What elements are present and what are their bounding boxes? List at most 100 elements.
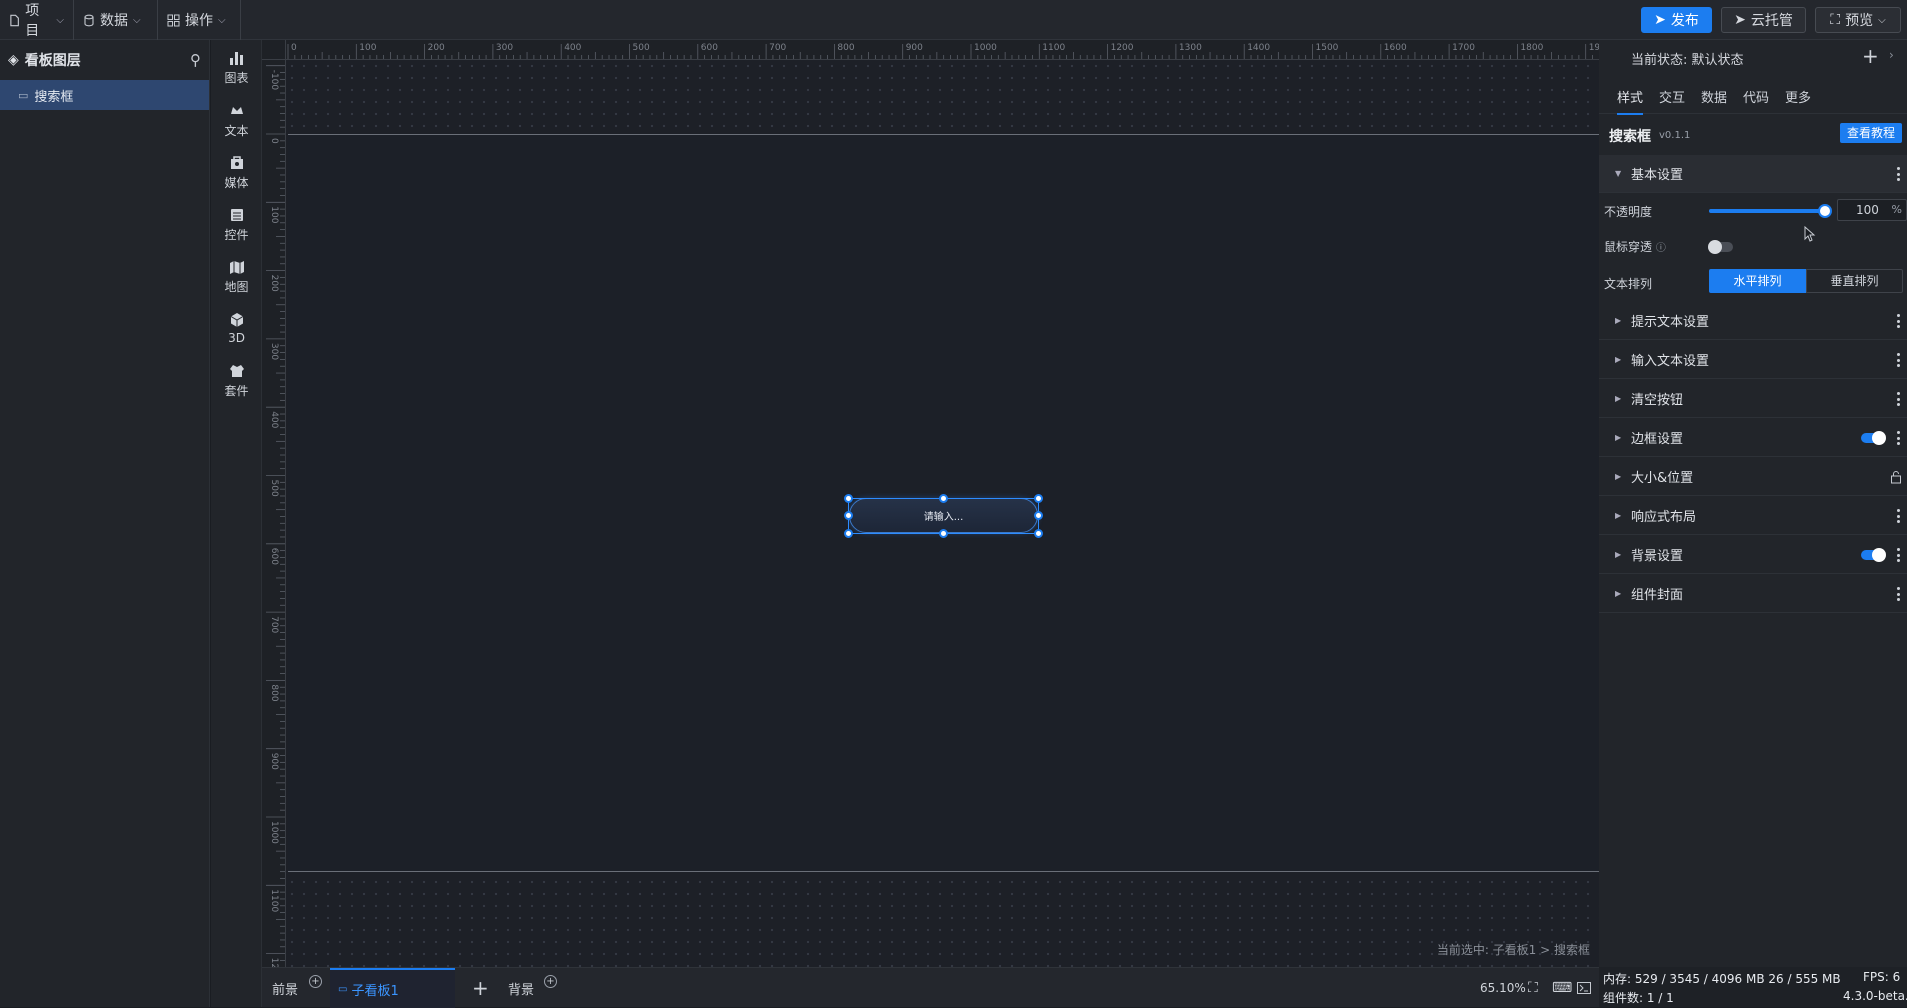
resize-handle-top[interactable]: [939, 494, 948, 503]
layer-item-label: 搜索框: [34, 89, 74, 105]
section-input-text[interactable]: ▶ 输入文本设置: [1599, 341, 1907, 379]
help-icon[interactable]: ⓘ: [1656, 243, 1666, 254]
resize-handle-top-left[interactable]: [844, 494, 853, 503]
section-cover[interactable]: ▶ 组件封面: [1599, 575, 1907, 613]
resize-handle-left[interactable]: [844, 511, 853, 520]
lock-icon[interactable]: [1890, 470, 1902, 484]
view-tutorial-button[interactable]: 查看教程: [1840, 123, 1902, 143]
keyboard-icon[interactable]: ⌨: [1552, 968, 1572, 1008]
chevron-right-icon[interactable]: ›: [1889, 48, 1894, 62]
mouse-passthrough-label: 鼠标穿透 ⓘ: [1604, 238, 1666, 255]
component-chart[interactable]: 图表: [211, 42, 262, 92]
ruler-label: 0: [291, 43, 297, 53]
fit-screen-icon[interactable]: ⛶: [1528, 968, 1538, 1008]
section-background[interactable]: ▶ 背景设置: [1599, 536, 1907, 574]
more-icon[interactable]: [1897, 314, 1901, 328]
menu-data[interactable]: 数据 ⌵: [74, 0, 158, 40]
properties-panel: 当前状态: 默认状态 + › 样式 交互 数据 代码 更多 搜索框 v0.1.1…: [1599, 40, 1907, 967]
cloud-host-button[interactable]: ➤ 云托管: [1721, 7, 1806, 33]
search-icon[interactable]: ⚲: [190, 51, 201, 69]
menu-project[interactable]: 项目 ⌵: [0, 0, 74, 40]
menu-operate[interactable]: 操作 ⌵: [158, 0, 241, 40]
component-media[interactable]: 媒体: [211, 147, 262, 197]
tab-sub-board[interactable]: ▭ 子看板1: [330, 968, 455, 1008]
resize-handle-bottom-left[interactable]: [844, 529, 853, 538]
add-board-button[interactable]: +: [472, 968, 489, 1008]
caret-right-icon: ▶: [1615, 316, 1622, 325]
vertical-ruler[interactable]: -100 0 100 200 300 400 500 600 700 800 900 1000 1100…: [262, 40, 286, 967]
section-basic-settings[interactable]: ▼ 基本设置: [1599, 155, 1907, 193]
ruler-label: 200: [269, 275, 279, 292]
ruler-label: 1400: [1247, 43, 1270, 53]
vertical-ruler-ticks: -100 0 100 200 300 400 500 600 700 800 900 1000 1100…: [266, 65, 285, 967]
caret-right-icon: ▶: [1615, 511, 1622, 520]
caret-right-icon: ▶: [1615, 550, 1622, 559]
component-map[interactable]: 地图: [211, 251, 262, 301]
menu-operate-label: 操作: [185, 13, 213, 29]
ruler-label: 400: [564, 43, 581, 53]
ruler-label: 1300: [1179, 43, 1202, 53]
ruler-label: 1000: [974, 43, 997, 53]
tab-style[interactable]: 样式: [1617, 87, 1644, 115]
horizontal-ruler[interactable]: 0 100 200 300 400 500 600 700 800 900 1000 1100 1200…: [262, 40, 1599, 60]
terminal-icon[interactable]: [1577, 968, 1591, 1008]
border-toggle[interactable]: [1861, 430, 1886, 445]
ruler-label: 1900: [1589, 43, 1599, 53]
resize-handle-bottom-right[interactable]: [1034, 529, 1043, 538]
section-border[interactable]: ▶ 边框设置: [1599, 419, 1907, 457]
more-icon[interactable]: [1897, 587, 1901, 601]
component-text[interactable]: 文本: [211, 95, 262, 145]
opacity-slider[interactable]: [1709, 204, 1832, 218]
ruler-label: 400: [269, 411, 279, 428]
section-hint-text[interactable]: ▶ 提示文本设置: [1599, 302, 1907, 340]
preview-label: 预览: [1845, 13, 1874, 29]
section-label: 提示文本设置: [1631, 315, 1710, 330]
kit-icon: [229, 364, 244, 377]
send-icon: ➤: [1734, 12, 1746, 28]
tab-interaction[interactable]: 交互: [1659, 87, 1685, 106]
arrange-vertical-button[interactable]: 垂直排列: [1806, 269, 1903, 293]
component-kit[interactable]: 套件: [211, 355, 262, 405]
tab-data[interactable]: 数据: [1701, 87, 1727, 106]
add-state-icon[interactable]: +: [1862, 44, 1879, 68]
section-responsive-layout[interactable]: ▶ 响应式布局: [1599, 497, 1907, 535]
component-3d[interactable]: 3D: [211, 303, 262, 353]
section-clear-button[interactable]: ▶ 清空按钮: [1599, 380, 1907, 418]
chevron-down-icon: ⌵: [1878, 14, 1886, 26]
more-icon[interactable]: [1897, 431, 1901, 445]
ruler-label: 1500: [1316, 43, 1339, 53]
more-icon[interactable]: [1897, 353, 1901, 367]
zoom-level[interactable]: 65.10%: [1480, 968, 1526, 1008]
arrange-horizontal-button[interactable]: 水平排列: [1709, 269, 1806, 293]
add-background-icon[interactable]: +: [544, 975, 557, 988]
publish-button[interactable]: ➤ 发布: [1641, 7, 1712, 33]
tab-label: 前景: [272, 982, 299, 998]
ruler-label: 600: [701, 43, 718, 53]
layer-item-search-box[interactable]: ▭ 搜索框: [0, 80, 209, 110]
mouse-passthrough-toggle[interactable]: [1708, 240, 1733, 254]
search-box-component[interactable]: 请输入...: [849, 498, 1038, 533]
bottom-bar: 前景 + ▭ 子看板1 + 背景 + 65.10% ⛶ ⌨: [262, 967, 1599, 1008]
background-toggle[interactable]: [1861, 547, 1886, 562]
more-icon[interactable]: [1897, 548, 1901, 562]
add-foreground-icon[interactable]: +: [309, 975, 322, 988]
map-icon: [229, 260, 244, 274]
cloud-host-label: 云托管: [1750, 13, 1793, 29]
tab-code[interactable]: 代码: [1743, 87, 1769, 106]
resize-handle-right[interactable]: [1034, 511, 1043, 520]
opacity-slider-thumb[interactable]: [1818, 204, 1832, 218]
more-icon[interactable]: [1897, 167, 1901, 181]
component-widget[interactable]: 控件: [211, 199, 262, 249]
top-bar: 项目 ⌵ 数据 ⌵ 操作 ⌵ ➤ 发布 ➤ 云托管 ⛶ 预览 ⌵: [0, 0, 1907, 40]
preview-button[interactable]: ⛶ 预览 ⌵: [1815, 7, 1901, 33]
tab-background[interactable]: 背景: [508, 968, 534, 1008]
more-icon[interactable]: [1897, 392, 1901, 406]
tab-foreground[interactable]: 前景: [272, 968, 298, 1008]
opacity-input[interactable]: 100 %: [1837, 199, 1907, 221]
more-icon[interactable]: [1897, 509, 1901, 523]
section-size-position[interactable]: ▶ 大小&位置: [1599, 458, 1907, 496]
section-label: 组件封面: [1631, 588, 1684, 603]
resize-handle-bottom[interactable]: [939, 529, 948, 538]
tab-more[interactable]: 更多: [1785, 87, 1811, 106]
resize-handle-top-right[interactable]: [1034, 494, 1043, 503]
